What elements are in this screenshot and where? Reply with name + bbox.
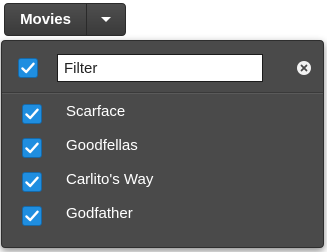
checkmark-icon (25, 108, 39, 120)
movies-button[interactable]: Movies (5, 4, 87, 35)
list-item-carlitos-way[interactable]: Carlito's Way (2, 164, 323, 198)
checkmark-icon (25, 176, 39, 188)
dropdown-toggle-button[interactable] (87, 4, 125, 35)
clear-filter-button[interactable] (297, 61, 311, 75)
movies-dropdown-button-group[interactable]: Movies (4, 3, 126, 36)
list-item-godfather[interactable]: Godfather (2, 198, 323, 232)
select-all-checkbox[interactable] (18, 58, 38, 78)
divider (2, 92, 323, 94)
filter-input[interactable] (57, 54, 263, 82)
item-checkbox[interactable] (22, 206, 42, 226)
caret-down-icon (101, 17, 111, 22)
checkmark-icon (25, 142, 39, 154)
item-checkbox[interactable] (22, 138, 42, 158)
list-item-scarface[interactable]: Scarface (2, 96, 323, 130)
item-label: Godfather (66, 205, 133, 222)
item-checkbox[interactable] (22, 104, 42, 124)
item-label: Goodfellas (66, 137, 138, 154)
checkmark-icon (25, 210, 39, 222)
list-item-goodfellas[interactable]: Goodfellas (2, 130, 323, 164)
item-label: Scarface (66, 103, 126, 120)
filter-row (2, 41, 323, 89)
clear-icon (300, 64, 308, 72)
item-label: Carlito's Way (66, 171, 154, 188)
dropdown-menu: Scarface Goodfellas Carlito's Way Godfat… (1, 40, 324, 248)
item-checkbox[interactable] (22, 172, 42, 192)
checkmark-icon (21, 62, 35, 74)
